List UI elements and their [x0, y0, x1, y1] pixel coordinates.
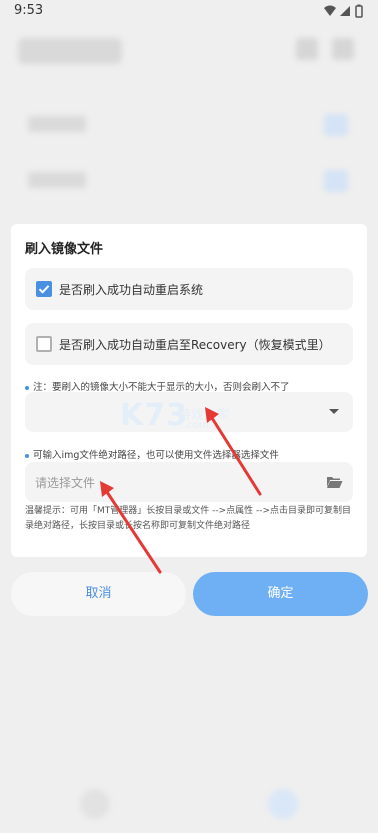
background-more-icon	[332, 38, 354, 60]
confirm-button[interactable]: 确定	[193, 572, 368, 616]
battery-icon	[355, 4, 363, 18]
flash-image-dialog: 刷入镜像文件 是否刷入成功自动重启系统 是否刷入成功自动重启至Recovery（…	[11, 224, 367, 557]
bullet-icon	[25, 385, 29, 390]
k73-watermark: K73 游戏之家 .com	[120, 398, 260, 438]
checkbox-auto-reboot-recovery[interactable]	[36, 336, 52, 352]
option-auto-reboot-recovery[interactable]: 是否刷入成功自动重启至Recovery（恢复模式里）	[25, 323, 353, 365]
path-note: 可输入img文件绝对路径，也可以使用文件选择器选择文件	[25, 447, 279, 461]
background-title	[18, 38, 122, 64]
folder-open-icon[interactable]	[326, 475, 343, 489]
option-label: 是否刷入成功自动重启至Recovery（恢复模式里）	[59, 338, 331, 352]
file-input-placeholder: 请选择文件	[35, 476, 96, 490]
status-icons	[324, 4, 363, 18]
option-auto-reboot-system[interactable]: 是否刷入成功自动重启系统	[25, 268, 353, 310]
watermark-domain: .com	[184, 420, 209, 431]
option-label: 是否刷入成功自动重启系统	[59, 283, 204, 297]
caret-down-icon	[329, 409, 339, 414]
mt-manager-hint: 温馨提示：可用「MT管理器」长按目录或文件 -->点属性 -->点击目录即可复制…	[25, 506, 352, 531]
cancel-button[interactable]: 取消	[11, 572, 186, 616]
background-nav-bar	[0, 779, 378, 833]
check-icon	[38, 285, 50, 294]
wifi-icon	[324, 5, 336, 16]
background-row	[18, 104, 358, 144]
dialog-title: 刷入镜像文件	[25, 242, 104, 257]
status-bar: 9:53	[0, 0, 378, 24]
checkbox-auto-reboot-system[interactable]	[36, 281, 52, 297]
size-note: 注：要刷入的镜像大小不能大于显示的大小，否则会刷入不了	[25, 379, 290, 393]
status-time: 9:53	[14, 3, 44, 18]
file-path-input[interactable]: 请选择文件	[25, 462, 353, 502]
background-menu-icon	[296, 38, 318, 60]
background-row	[18, 160, 358, 200]
signal-icon	[340, 6, 350, 16]
bullet-icon	[25, 453, 29, 458]
